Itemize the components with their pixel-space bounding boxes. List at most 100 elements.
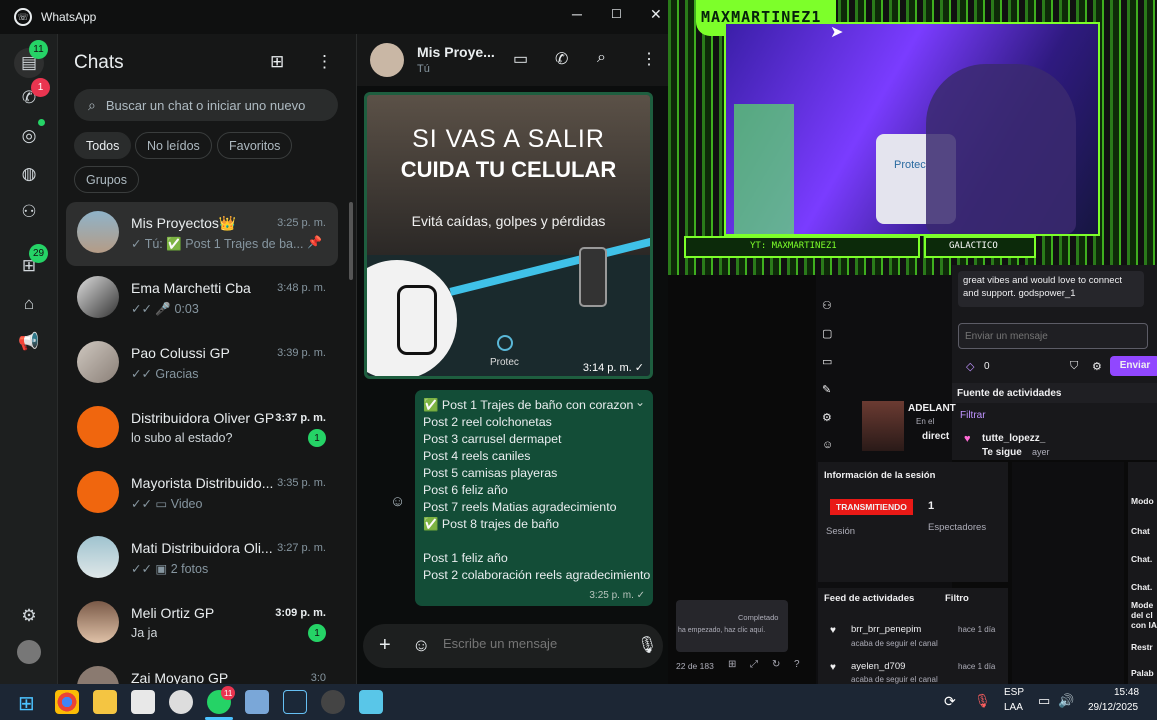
- chat-preview: ✓✓ ▣ 2 fotos: [131, 562, 209, 576]
- language-line-1[interactable]: ESP: [1004, 687, 1024, 698]
- filter-no-leidos[interactable]: No leídos: [135, 132, 212, 159]
- sticker-icon[interactable]: ☺: [412, 635, 430, 656]
- attach-plus-icon[interactable]: +: [379, 634, 391, 657]
- chevron-down-icon[interactable]: ⌄: [635, 394, 645, 411]
- send-button[interactable]: Enviar: [1110, 356, 1157, 376]
- image-message[interactable]: SI VAS A SALIR CUIDA TU CELULAR Evitá ca…: [364, 92, 653, 379]
- side-label[interactable]: Chat.: [1131, 582, 1152, 592]
- gear-icon[interactable]: ⚙: [822, 411, 832, 424]
- side-label[interactable]: Mode del cl con IA: [1131, 600, 1157, 630]
- search-input[interactable]: [105, 97, 316, 113]
- menu-kebab-icon[interactable]: ⋮: [641, 49, 657, 69]
- sync-icon[interactable]: ⟳: [944, 693, 956, 710]
- chat-row-distribuidora-oliver[interactable]: Distribuidora Oliver GP 3:37 p. m. lo su…: [66, 397, 338, 461]
- avatar: [77, 471, 119, 513]
- side-label[interactable]: Palab: [1131, 668, 1154, 678]
- obs-icon[interactable]: [321, 690, 345, 714]
- settings-gear-icon[interactable]: ⚙: [1092, 360, 1102, 373]
- tool-icon-1[interactable]: ⚇: [822, 299, 832, 312]
- chat-row-zai[interactable]: Zai Moyano GP 3:0: [66, 657, 338, 684]
- chat-row-ema[interactable]: Ema Marchetti Cba 3:48 p. m. ✓✓ 🎤 0:03: [66, 267, 338, 331]
- communities-nav-icon[interactable]: ⚇: [17, 200, 41, 224]
- megaphone-icon[interactable]: 📢: [17, 330, 41, 354]
- points-icon: ◇: [966, 361, 975, 373]
- microphone-icon[interactable]: 🎙: [974, 693, 991, 709]
- side-label[interactable]: Chat: [1131, 526, 1150, 536]
- file-explorer-icon[interactable]: [93, 690, 117, 714]
- contact-avatar[interactable]: [370, 43, 404, 77]
- emoji-react-icon[interactable]: ☺: [390, 493, 405, 510]
- search-icon[interactable]: ⌕: [597, 49, 606, 67]
- text-message[interactable]: ✅ Post 1 Trajes de baño con corazon Post…: [415, 390, 653, 606]
- avatar: [77, 276, 119, 318]
- chat-preview: ✓✓ ▭ Video: [131, 497, 203, 511]
- store-nav-icon[interactable]: ⌂: [17, 292, 41, 316]
- title-bar: ☏ WhatsApp ─ ☐ ✕: [0, 0, 668, 34]
- activity-title[interactable]: Fuente de actividades: [957, 388, 1061, 399]
- promo-sub-1: En el: [916, 417, 935, 426]
- heart-icon: ♥: [830, 625, 836, 636]
- notepad-icon[interactable]: [359, 690, 383, 714]
- chat-list-scrollbar[interactable]: [349, 202, 353, 280]
- windows-start-icon[interactable]: ⊞: [18, 691, 35, 716]
- chat-row-pao[interactable]: Pao Colussi GP 3:39 p. m. ✓✓ Gracias: [66, 332, 338, 396]
- language-line-2[interactable]: LAA: [1004, 702, 1023, 713]
- chat-time: 3:09 p. m.: [275, 607, 326, 619]
- expand-icon[interactable]: ⤢: [750, 659, 758, 670]
- search-bar: ⌕: [74, 89, 338, 121]
- profile-avatar[interactable]: [17, 640, 41, 664]
- steam-icon[interactable]: [283, 690, 307, 714]
- microphone-icon[interactable]: 🎙: [637, 635, 657, 655]
- avatar: [77, 406, 119, 448]
- clock-date[interactable]: 29/12/2025: [1088, 702, 1138, 713]
- channels-nav-icon[interactable]: ◍: [17, 162, 41, 186]
- toast-notification[interactable]: Completado ha empezado, haz clic aquí.: [676, 600, 788, 652]
- help-icon[interactable]: ?: [794, 659, 800, 670]
- feed-filter[interactable]: Filtro: [945, 593, 969, 604]
- filter-favoritos[interactable]: Favoritos: [217, 132, 293, 159]
- whatsapp-logo-icon: ☏: [14, 8, 32, 26]
- volume-icon[interactable]: 🔊: [1058, 693, 1074, 709]
- avatar: [77, 211, 119, 253]
- chat-row-meli[interactable]: Meli Ortiz GP 3:09 p. m. Ja ja 1: [66, 592, 338, 656]
- video-call-icon[interactable]: ▭: [513, 49, 528, 69]
- message-composer: + ☺ 🎙: [363, 624, 663, 668]
- network-icon[interactable]: ▭: [1038, 693, 1050, 709]
- grid-icon[interactable]: ⊞: [728, 659, 736, 670]
- filter-todos[interactable]: Todos: [74, 132, 132, 159]
- tool-icon-4[interactable]: ✎: [822, 383, 831, 396]
- smile-icon[interactable]: ☺: [822, 439, 833, 451]
- shield-icon[interactable]: ⛉: [1070, 360, 1078, 373]
- chat-row-mayorista[interactable]: Mayorista Distribuido... 3:35 p. m. ✓✓ ▭…: [66, 462, 338, 526]
- whatsapp-window: ☏ WhatsApp ─ ☐ ✕ ▤ 11 ✆ 1 ◎ ◍ ⚇ ⊞ 29 ⌂ 📢…: [0, 0, 669, 684]
- box-brand: Protec: [894, 159, 926, 171]
- filter-grupos[interactable]: Grupos: [74, 166, 139, 193]
- app-icon[interactable]: [131, 690, 155, 714]
- chat-row-mis-proyectos[interactable]: Mis Proyectos👑 3:25 p. m. ✓ Tú: ✅ Post 1…: [66, 202, 338, 266]
- maximize-button[interactable]: ☐: [611, 7, 622, 21]
- refresh-icon[interactable]: ↻: [772, 659, 780, 670]
- calculator-icon[interactable]: [245, 690, 269, 714]
- stream-chat-input[interactable]: [958, 323, 1148, 349]
- side-label[interactable]: Chat.: [1131, 554, 1152, 564]
- message-input[interactable]: [443, 636, 623, 651]
- chat-row-mati[interactable]: Mati Distribuidora Oli... 3:27 p. m. ✓✓ …: [66, 527, 338, 591]
- clock-app-icon[interactable]: [169, 690, 193, 714]
- chrome-icon[interactable]: [55, 690, 79, 714]
- voice-call-icon[interactable]: ✆: [555, 49, 568, 69]
- tool-icon-3[interactable]: ▭: [822, 355, 832, 368]
- conversation-header[interactable]: Mis Proye... Tú ▭ ✆ ⌕ ⋮: [357, 34, 669, 86]
- filter-link[interactable]: Filtrar: [960, 410, 986, 421]
- close-button[interactable]: ✕: [650, 6, 662, 23]
- avatar: [77, 341, 119, 383]
- avatar: [77, 666, 119, 684]
- menu-kebab-icon[interactable]: ⋮: [316, 52, 333, 72]
- side-label[interactable]: Restr: [1131, 642, 1153, 652]
- status-nav-icon[interactable]: ◎: [17, 124, 41, 148]
- minimize-button[interactable]: ─: [572, 6, 582, 22]
- settings-gear-icon[interactable]: ⚙: [17, 604, 41, 628]
- side-label[interactable]: Modo: [1131, 496, 1154, 506]
- new-chat-icon[interactable]: ⊞: [270, 52, 284, 72]
- tool-icon-2[interactable]: ▢: [822, 327, 832, 340]
- clock-time[interactable]: 15:48: [1114, 687, 1139, 698]
